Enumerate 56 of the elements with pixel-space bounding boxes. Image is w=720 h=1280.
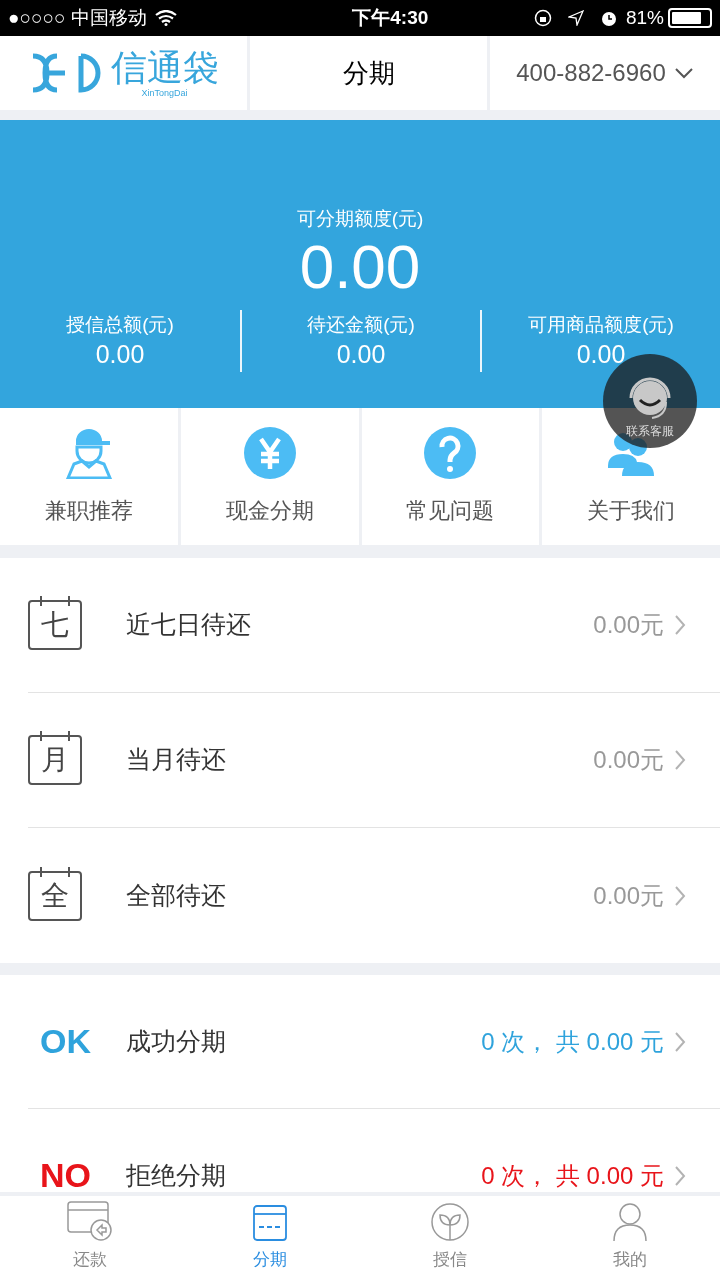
chevron-right-icon bbox=[674, 1030, 686, 1053]
battery-percent: 81% bbox=[625, 5, 664, 30]
due-label: 全部待还 bbox=[126, 879, 226, 911]
due-label: 近七日待还 bbox=[126, 609, 251, 641]
result-label: 成功分期 bbox=[126, 1025, 226, 1057]
installment-limit-amount: 0.00 bbox=[299, 236, 421, 298]
result-row[interactable]: OK 成功分期 0 次， 共 0.00 元 bbox=[28, 975, 720, 1109]
tab[interactable]: 我的 bbox=[540, 1196, 720, 1280]
alarm-icon bbox=[599, 9, 618, 27]
due-row[interactable]: 七 近七日待还 0.00元 bbox=[28, 558, 720, 693]
due-amount: 0.00元 bbox=[593, 745, 664, 775]
chevron-right-icon bbox=[674, 614, 686, 636]
stat-value: 0.00 bbox=[95, 339, 145, 370]
battery-icon bbox=[668, 8, 712, 28]
tab[interactable]: 分期 bbox=[180, 1196, 360, 1280]
due-amount: 0.00元 bbox=[593, 880, 664, 911]
worker-icon bbox=[63, 427, 114, 479]
page-title: 分期 bbox=[250, 36, 487, 110]
result-summary: 0 次， 共 0.00 元 bbox=[481, 1026, 664, 1057]
yen-icon bbox=[243, 427, 296, 479]
clock-text: 下午4:30 bbox=[351, 5, 429, 30]
due-row[interactable]: 月 当月待还 0.00元 bbox=[28, 693, 720, 828]
rotation-lock-icon bbox=[533, 9, 552, 27]
phone-dropdown[interactable]: 400-882-6960 bbox=[490, 36, 720, 110]
person-icon bbox=[613, 1202, 647, 1241]
stat-label: 授信总额(元) bbox=[66, 313, 174, 337]
stat-label: 可用商品额度(元) bbox=[528, 313, 674, 337]
result-summary: 0 次， 共 0.00 元 bbox=[481, 1160, 664, 1191]
status-label: NO bbox=[39, 1155, 92, 1192]
chevron-down-icon bbox=[673, 67, 694, 79]
due-label: 当月待还 bbox=[126, 744, 226, 776]
location-arrow-icon bbox=[567, 10, 584, 26]
card-return-icon bbox=[67, 1200, 113, 1241]
stat-label: 待还金额(元) bbox=[307, 313, 415, 337]
calendar-icon: 全 bbox=[28, 870, 82, 921]
card-icon bbox=[253, 1204, 287, 1241]
shortcut-button[interactable]: 现金分期 bbox=[180, 408, 359, 545]
chevron-right-icon bbox=[674, 1164, 686, 1187]
installment-limit-label: 可分期额度(元) bbox=[296, 207, 424, 231]
sprout-icon bbox=[431, 1202, 469, 1241]
wifi-icon bbox=[154, 10, 177, 26]
question-icon bbox=[424, 427, 477, 479]
chevron-right-icon bbox=[674, 884, 686, 907]
due-amount: 0.00元 bbox=[593, 610, 664, 640]
shortcut-button[interactable]: 兼职推荐 bbox=[0, 408, 178, 545]
shortcut-button[interactable]: 常见问题 bbox=[361, 408, 540, 545]
carrier-text: ●○○○○ 中国移动 bbox=[8, 5, 147, 30]
brand-subtitle: XinTongDai bbox=[140, 88, 189, 98]
chevron-right-icon bbox=[674, 749, 686, 771]
tab[interactable]: 授信 bbox=[360, 1196, 540, 1280]
stat-value: 0.00 bbox=[336, 339, 386, 370]
result-label: 拒绝分期 bbox=[126, 1159, 226, 1191]
brand-name: 信通袋 bbox=[110, 48, 219, 88]
due-row[interactable]: 全 全部待还 0.00元 bbox=[28, 828, 720, 963]
tab[interactable]: 还款 bbox=[0, 1196, 180, 1280]
status-label: OK bbox=[39, 1021, 92, 1062]
